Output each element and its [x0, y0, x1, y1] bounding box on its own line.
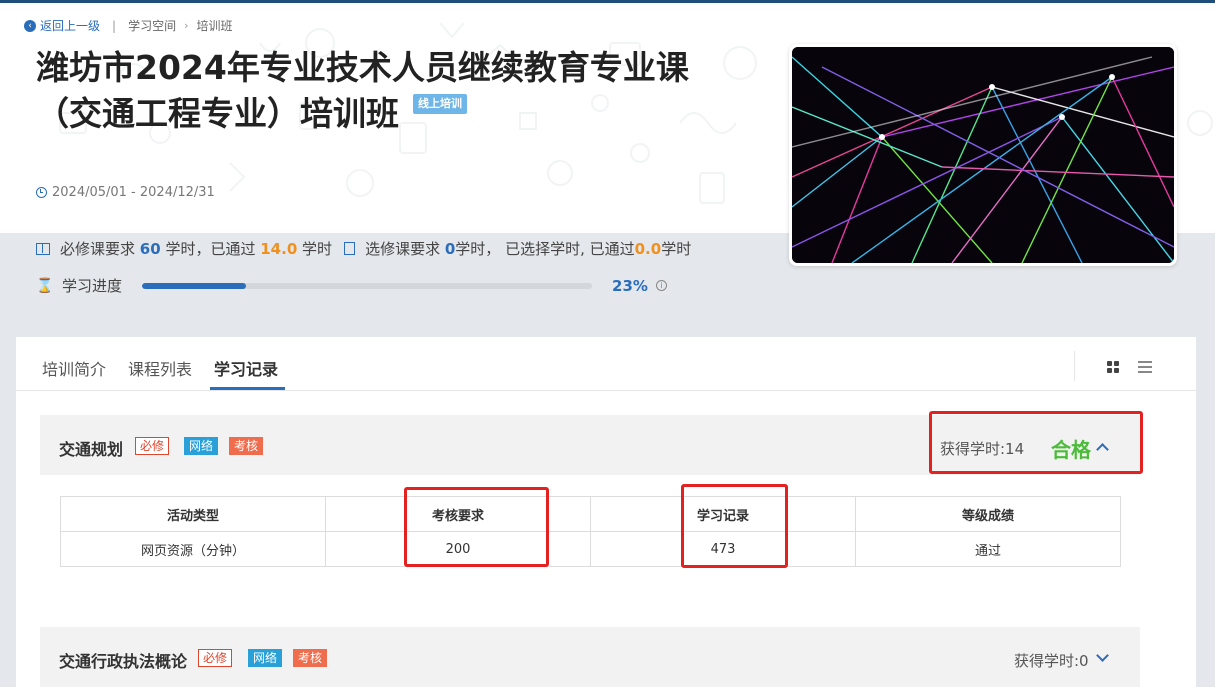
course-item: 交通行政执法概论 必修 网络 考核 获得学时:0	[40, 627, 1140, 687]
earned-hours: 获得学时:0	[1014, 652, 1089, 670]
elective-passed-hours: 0.0	[634, 239, 662, 258]
laser-lights-picture	[792, 47, 1174, 263]
tab-training-intro[interactable]: 培训简介	[42, 356, 106, 380]
document-icon	[344, 242, 356, 255]
progress-bar	[142, 282, 593, 289]
book-icon	[36, 242, 50, 255]
required-mid: 学时，已通过	[165, 240, 256, 258]
grade-cell: 通过	[855, 531, 1121, 567]
chevron-right-icon: ›	[184, 19, 189, 32]
tab-course-list[interactable]: 课程列表	[128, 356, 192, 380]
column-header: 活动类型	[60, 496, 326, 532]
tab-bar: 培训简介 课程列表 学习记录	[16, 337, 1196, 391]
elective-prefix: 选修课要求	[365, 240, 441, 258]
back-arrow-icon: ‹	[24, 19, 36, 32]
breadcrumb-separator: |	[112, 18, 117, 33]
chevron-down-icon[interactable]	[1096, 649, 1109, 662]
elective-hours: 0	[444, 239, 456, 258]
online-tag: 网络	[248, 649, 283, 667]
active-tab-indicator	[210, 387, 285, 390]
hourglass-icon: ⌛	[36, 277, 54, 294]
date-range: 2024/05/01 - 2024/12/31	[36, 185, 215, 200]
page-title: 潍坊市2024年专业技术人员继续教育专业课 （交通工程专业）培训班 线上培训	[36, 45, 736, 137]
annotation-box	[929, 411, 1143, 474]
required-prefix: 必修课要求	[60, 240, 136, 258]
course-name: 交通规划	[59, 440, 124, 459]
table-row: 网页资源（分钟） 200 473 通过	[60, 531, 1121, 567]
column-header: 等级成绩	[855, 496, 1121, 532]
online-training-badge: 线上培训	[413, 94, 467, 114]
hour-requirements: 必修课要求 60 学时，已通过 14.0 学时 选修课要求 0 学时， 已选择学…	[36, 238, 691, 259]
date-range-text: 2024/05/01 - 2024/12/31	[52, 185, 215, 200]
required-suffix: 学时	[302, 240, 333, 258]
back-link-label: 返回上一级	[40, 19, 101, 33]
study-progress: ⌛ 学习进度 23% i	[36, 275, 667, 296]
page-title-line2: （交通工程专业）培训班	[36, 94, 399, 133]
required-tag: 必修	[135, 437, 170, 455]
grid-view-icon[interactable]	[1107, 361, 1120, 374]
course-cover-image	[789, 44, 1177, 266]
exam-tag: 考核	[229, 437, 264, 455]
course-name: 交通行政执法概论	[59, 652, 188, 671]
elective-suffix: 学时	[661, 240, 692, 258]
page-title-line1: 潍坊市2024年专业技术人员继续教育专业课	[36, 48, 689, 87]
clock-icon	[36, 187, 47, 198]
progress-bar-fill	[142, 282, 246, 289]
elective-mid: 学时， 已选择学时, 已通过	[455, 240, 635, 258]
info-icon[interactable]: i	[655, 280, 667, 291]
breadcrumb: ‹ 返回上一级 | 学习空间 › 培训班	[24, 17, 233, 34]
required-tag: 必修	[198, 649, 233, 667]
breadcrumb-item-training: 培训班	[196, 19, 233, 33]
progress-percent: 23%	[612, 276, 648, 295]
divider	[1074, 351, 1075, 381]
required-hours: 60	[139, 239, 161, 258]
back-link[interactable]: ‹ 返回上一级	[24, 17, 100, 34]
activity-type-cell: 网页资源（分钟）	[60, 531, 326, 567]
online-tag: 网络	[184, 437, 219, 455]
progress-label: 学习进度	[62, 277, 123, 295]
course-header-row[interactable]: 交通行政执法概论 必修 网络 考核 获得学时:0	[40, 627, 1140, 687]
breadcrumb-item-study-space[interactable]: 学习空间	[128, 17, 176, 34]
annotation-box	[681, 484, 788, 568]
tab-study-records[interactable]: 学习记录	[214, 356, 278, 380]
annotation-box	[404, 487, 549, 567]
study-record-table: 活动类型 考核要求 学习记录 等级成绩 网页资源（分钟） 200 473 通过	[60, 496, 1121, 567]
table-header-row: 活动类型 考核要求 学习记录 等级成绩	[60, 496, 1121, 532]
required-passed-hours: 14.0	[260, 239, 298, 258]
exam-tag: 考核	[293, 649, 328, 667]
list-view-icon[interactable]	[1138, 361, 1152, 374]
